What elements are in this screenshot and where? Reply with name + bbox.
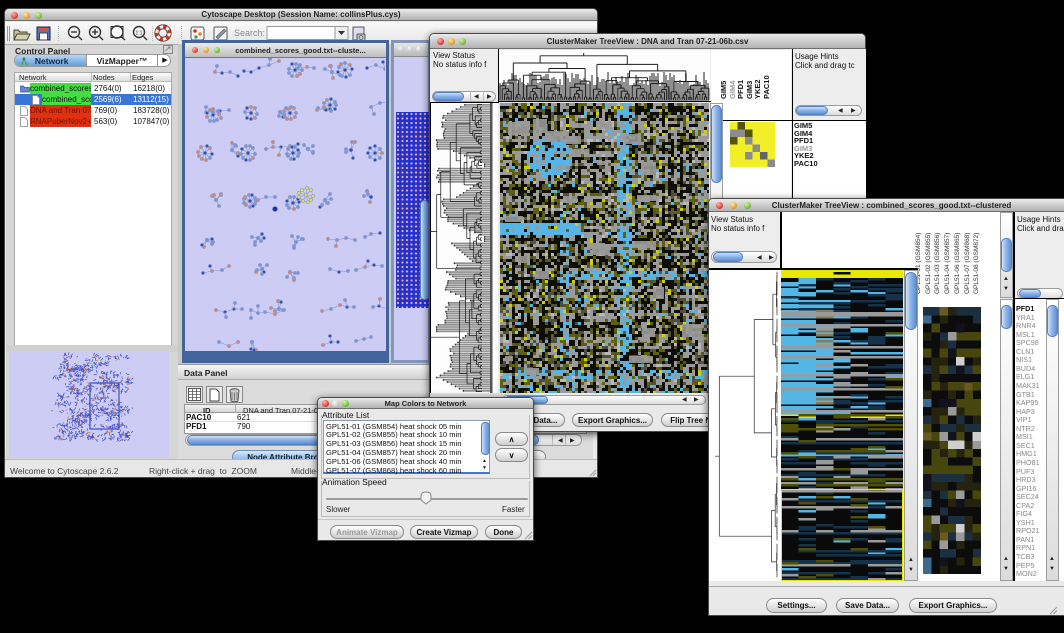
svg-text:1:1: 1:1 bbox=[136, 31, 143, 37]
svg-text:Search:: Search: bbox=[234, 28, 265, 38]
